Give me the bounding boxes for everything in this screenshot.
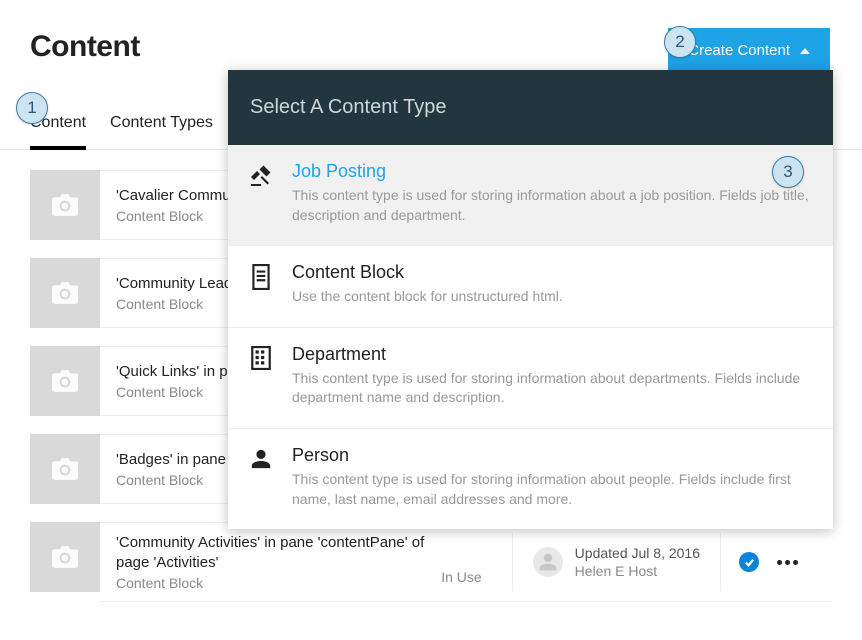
camera-icon	[52, 546, 78, 568]
more-actions-button[interactable]	[777, 560, 798, 565]
type-title: Job Posting	[292, 161, 811, 182]
type-title: Content Block	[292, 262, 811, 283]
caret-up-icon	[800, 48, 810, 54]
type-desc: This content type is used for storing in…	[292, 369, 811, 408]
status-badge	[739, 552, 759, 572]
content-type-dropdown: Select A Content Type Job Posting This c…	[228, 70, 833, 529]
type-item-content-block[interactable]: Content Block Use the content block for …	[228, 246, 833, 328]
building-icon	[248, 344, 274, 408]
dropdown-title: Select A Content Type	[228, 70, 833, 145]
content-row[interactable]: 'Community Activities' in pane 'contentP…	[30, 522, 832, 602]
type-title: Department	[292, 344, 811, 365]
avatar	[533, 547, 563, 577]
tab-content-types[interactable]: Content Types	[110, 104, 213, 149]
type-desc: This content type is used for storing in…	[292, 470, 811, 509]
thumbnail-placeholder	[30, 434, 100, 504]
callout-1: 1	[16, 92, 48, 124]
thumbnail-placeholder	[30, 258, 100, 328]
row-meta: Updated Jul 8, 2016 Helen E Host	[513, 533, 721, 591]
camera-icon	[52, 458, 78, 480]
check-icon	[744, 557, 755, 568]
row-subtitle: Content Block	[116, 575, 441, 591]
thumbnail-placeholder	[30, 346, 100, 416]
type-item-job-posting[interactable]: Job Posting This content type is used fo…	[228, 145, 833, 246]
document-icon	[248, 262, 274, 307]
thumbnail-placeholder	[30, 522, 100, 592]
type-desc: This content type is used for storing in…	[292, 186, 811, 225]
type-title: Person	[292, 445, 811, 466]
type-item-person[interactable]: Person This content type is used for sto…	[228, 429, 833, 529]
create-content-label: Create Content	[688, 42, 790, 59]
row-body: 'Community Activities' in pane 'contentP…	[100, 522, 832, 602]
person-icon	[538, 552, 558, 572]
type-item-department[interactable]: Department This content type is used for…	[228, 328, 833, 429]
author-label: Helen E Host	[575, 562, 700, 580]
row-actions	[721, 552, 816, 572]
camera-icon	[52, 282, 78, 304]
thumbnail-placeholder	[30, 170, 100, 240]
person-icon	[248, 445, 274, 509]
camera-icon	[52, 194, 78, 216]
row-title: 'Community Activities' in pane 'contentP…	[116, 533, 441, 572]
callout-2: 2	[664, 26, 696, 58]
updated-label: Updated Jul 8, 2016	[575, 544, 700, 562]
camera-icon	[52, 370, 78, 392]
in-use-label: In Use	[441, 533, 512, 591]
gavel-icon	[248, 161, 274, 225]
type-desc: Use the content block for unstructured h…	[292, 287, 811, 307]
callout-3: 3	[772, 156, 804, 188]
